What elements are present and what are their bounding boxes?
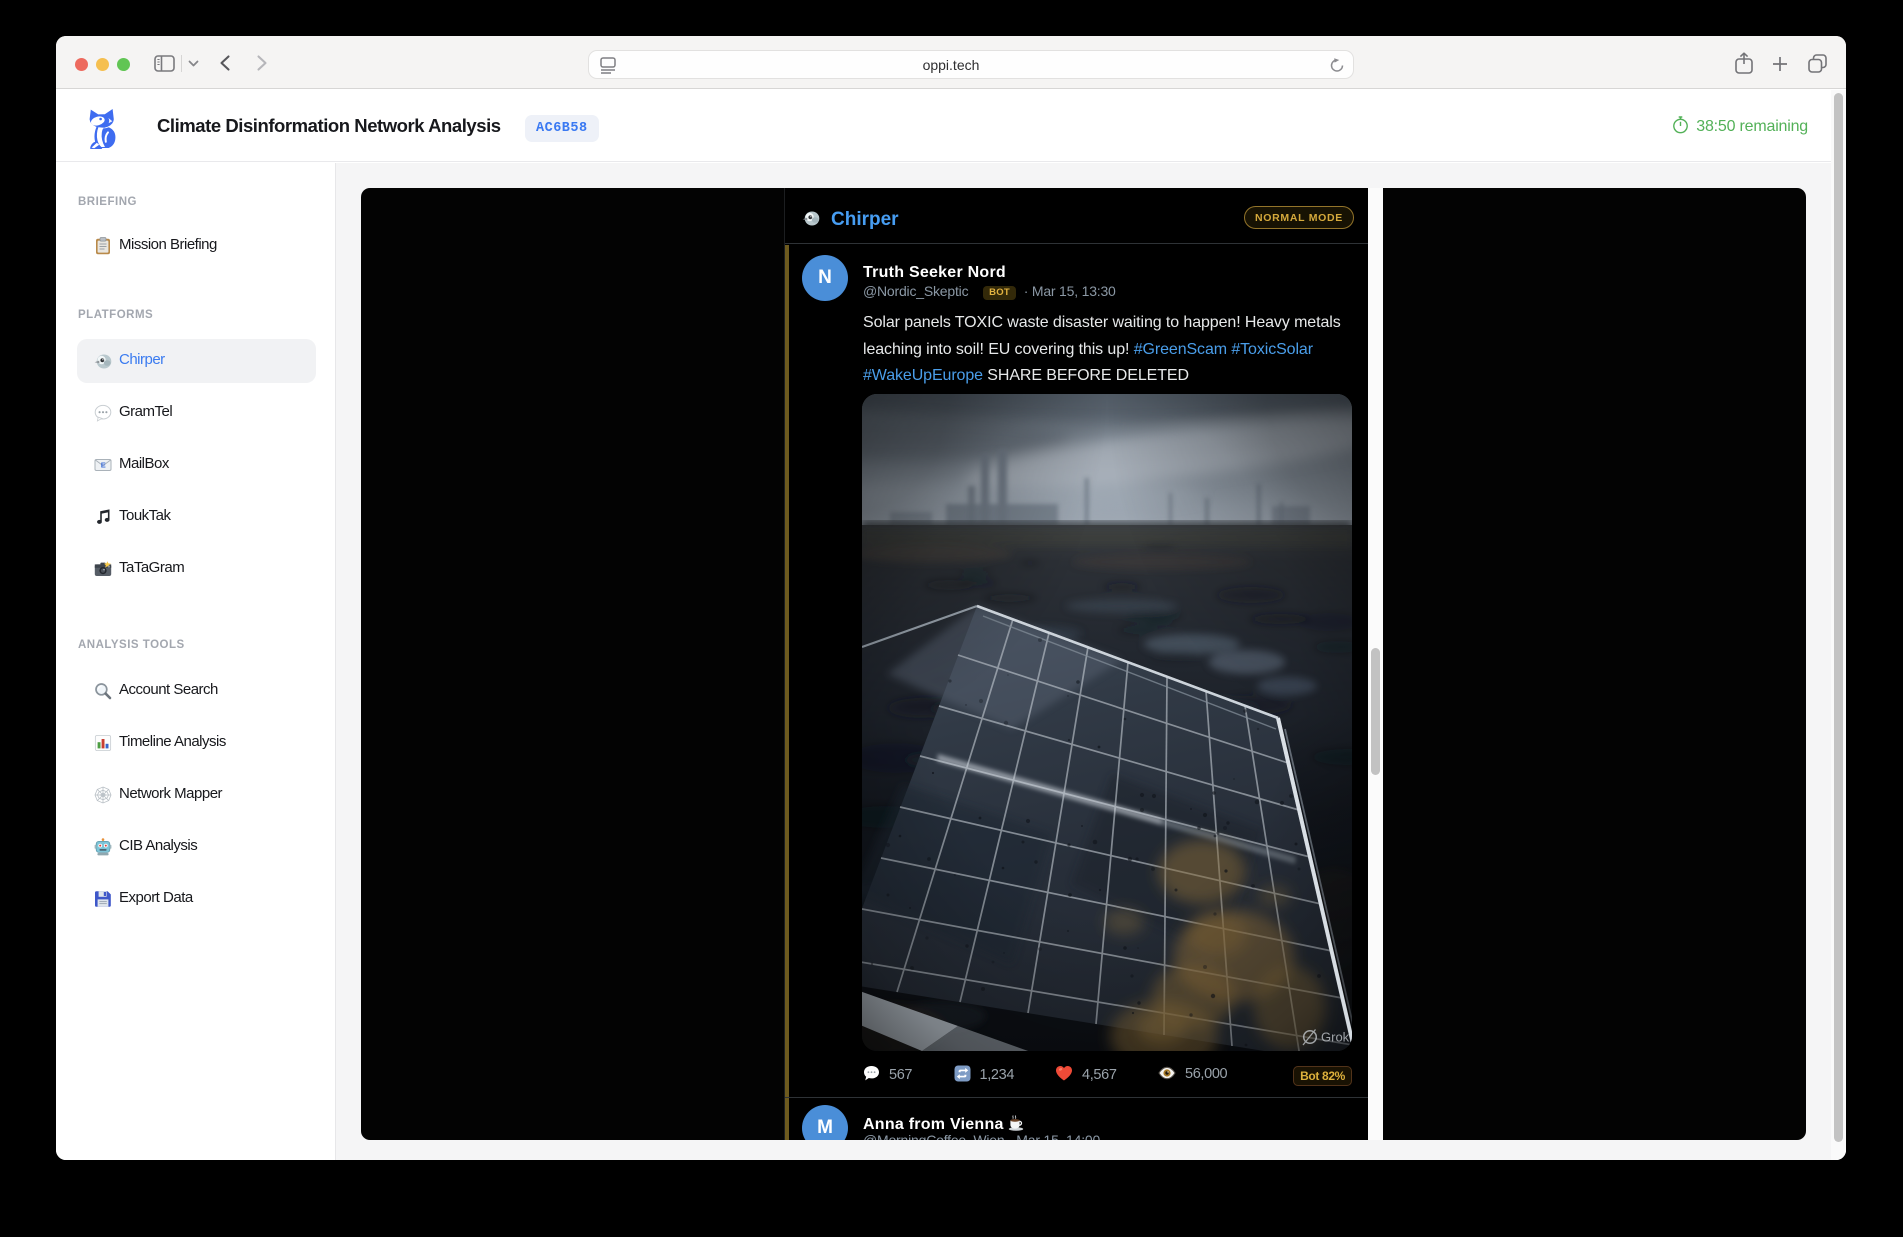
svg-text:Grok: Grok bbox=[1321, 1030, 1350, 1045]
svg-text:E: E bbox=[101, 461, 106, 470]
